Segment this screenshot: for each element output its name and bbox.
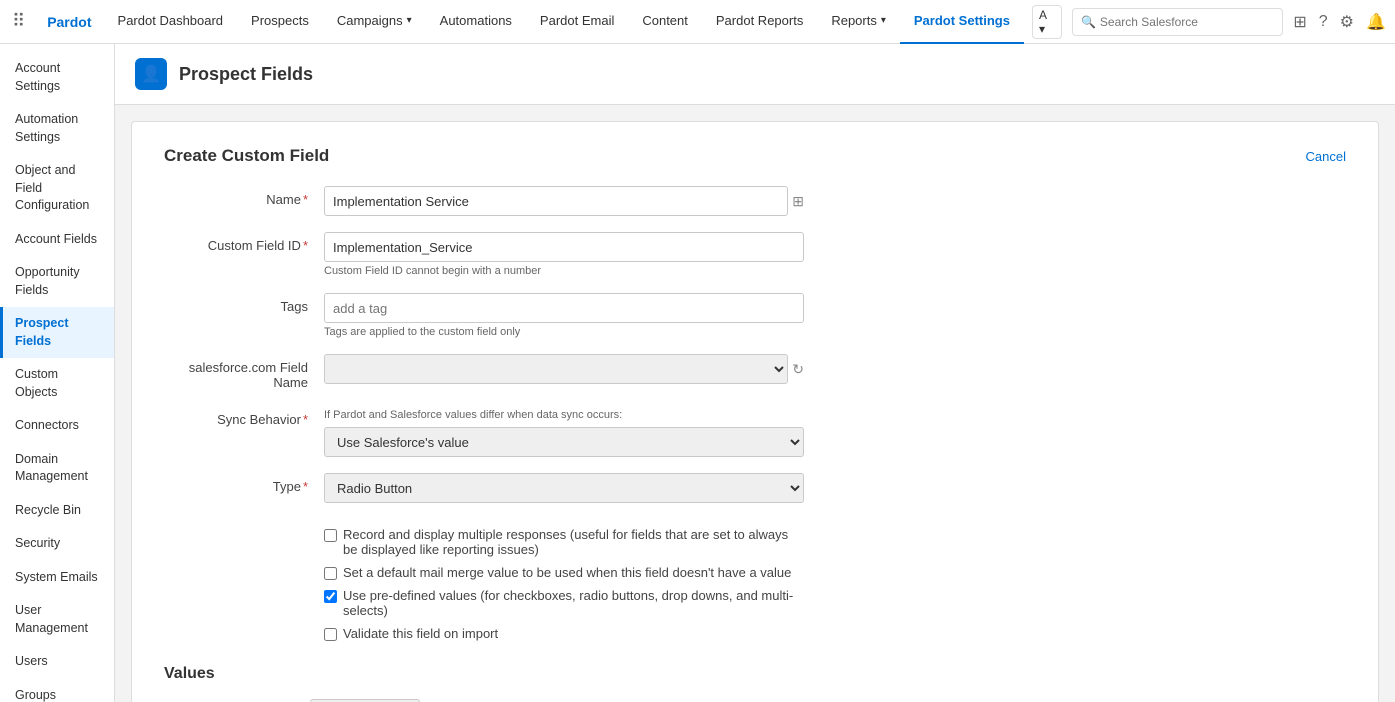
- tags-control: Tags are applied to the custom field onl…: [324, 293, 804, 338]
- tags-input[interactable]: [324, 293, 804, 323]
- sf-field-select[interactable]: [324, 354, 788, 384]
- type-row: Type Radio Button: [164, 473, 1346, 503]
- help-icon[interactable]: ?: [1319, 13, 1328, 31]
- nav-content[interactable]: Content: [628, 0, 702, 44]
- type-label: Type: [164, 473, 324, 494]
- app-launcher-icon[interactable]: ⠿: [12, 11, 25, 32]
- sidebar-item-opportunity-fields[interactable]: Opportunity Fields: [0, 256, 114, 307]
- sidebar-item-recycle-bin[interactable]: Recycle Bin: [0, 494, 114, 528]
- a-switcher[interactable]: A ▾: [1032, 5, 1062, 39]
- sidebar-item-custom-objects[interactable]: Custom Objects: [0, 358, 114, 409]
- setup-icon[interactable]: ⚙: [1340, 12, 1354, 32]
- checkbox-label-2: Use pre-defined values (for checkboxes, …: [343, 588, 804, 618]
- expand-icon: ⊞: [792, 193, 804, 210]
- sidebar-item-account-settings[interactable]: Account Settings: [0, 52, 114, 103]
- form-title-row: Create Custom Field Cancel: [164, 146, 1346, 166]
- top-bar: ⠿ Pardot Pardot Dashboard Prospects Camp…: [0, 0, 1395, 44]
- sidebar-item-user-management[interactable]: User Management: [0, 594, 114, 645]
- main-content: 👤 Prospect Fields Create Custom Field Ca…: [115, 44, 1395, 702]
- custom-field-id-label: Custom Field ID: [164, 232, 324, 253]
- nav-prospects[interactable]: Prospects: [237, 0, 323, 44]
- tags-help: Tags are applied to the custom field onl…: [324, 326, 804, 338]
- sf-field-control: ↻: [324, 354, 804, 384]
- checkboxes-row: Record and display multiple responses (u…: [164, 519, 1346, 641]
- main-nav: Pardot Dashboard Prospects Campaigns ▾ A…: [104, 0, 1024, 44]
- person-icon: 👤: [141, 64, 161, 84]
- sidebar-item-groups[interactable]: Groups: [0, 679, 114, 702]
- custom-field-id-row: Custom Field ID Custom Field ID cannot b…: [164, 232, 1346, 277]
- search-box[interactable]: 🔍: [1072, 8, 1283, 36]
- checkbox-group: Record and display multiple responses (u…: [324, 527, 804, 641]
- page-header: 👤 Prospect Fields: [115, 44, 1395, 105]
- type-select[interactable]: Radio Button: [324, 473, 804, 503]
- top-bar-icons: ⊞ ? ⚙ 🔔 U: [1293, 8, 1395, 36]
- name-row: Name ⊞: [164, 186, 1346, 216]
- nav-pardot-email[interactable]: Pardot Email: [526, 0, 628, 44]
- custom-field-id-help: Custom Field ID cannot begin with a numb…: [324, 265, 804, 277]
- page-header-icon: 👤: [135, 58, 167, 90]
- checkbox-label-0: Record and display multiple responses (u…: [343, 527, 804, 557]
- tags-row: Tags Tags are applied to the custom fiel…: [164, 293, 1346, 338]
- search-icon: 🔍: [1081, 15, 1096, 29]
- sync-behavior-control: If Pardot and Salesforce values differ w…: [324, 406, 804, 457]
- sidebar-item-security[interactable]: Security: [0, 527, 114, 561]
- sync-behavior-label: Sync Behavior: [164, 406, 324, 427]
- checkbox-item-3: Validate this field on import: [324, 626, 804, 641]
- notification-icon[interactable]: 🔔: [1366, 12, 1386, 32]
- sf-field-label: salesforce.com Field Name: [164, 354, 324, 390]
- custom-field-id-control: Custom Field ID cannot begin with a numb…: [324, 232, 804, 277]
- sidebar-item-prospect-fields[interactable]: Prospect Fields: [0, 307, 114, 358]
- checkboxes-control: Record and display multiple responses (u…: [324, 519, 804, 641]
- top-cancel-link[interactable]: Cancel: [1306, 149, 1346, 164]
- refresh-icon[interactable]: ↻: [792, 361, 804, 378]
- sidebar-item-automation-settings[interactable]: Automation Settings: [0, 103, 114, 154]
- checkbox-label-3: Validate this field on import: [343, 626, 498, 641]
- top-bar-right: A ▾ 🔍 ⊞ ? ⚙ 🔔 U ✏: [1032, 5, 1395, 39]
- checkbox-label-1: Set a default mail merge value to be use…: [343, 565, 791, 580]
- search-input[interactable]: [1100, 15, 1274, 29]
- sf-field-row: salesforce.com Field Name ↻: [164, 354, 1346, 390]
- sync-behavior-row: Sync Behavior If Pardot and Salesforce v…: [164, 406, 1346, 457]
- checkbox-item-0: Record and display multiple responses (u…: [324, 527, 804, 557]
- name-control: ⊞: [324, 186, 804, 216]
- name-input[interactable]: [324, 186, 788, 216]
- sidebar: Account Settings Automation Settings Obj…: [0, 44, 115, 702]
- name-label: Name: [164, 186, 324, 207]
- tags-label: Tags: [164, 293, 324, 314]
- page-title: Prospect Fields: [179, 64, 313, 85]
- form-title: Create Custom Field: [164, 146, 329, 166]
- nav-pardot-settings[interactable]: Pardot Settings: [900, 0, 1024, 44]
- sf-field-inner: ↻: [324, 354, 804, 384]
- checkboxes-label-spacer: [164, 519, 324, 525]
- nav-campaigns[interactable]: Campaigns ▾: [323, 0, 426, 44]
- checkbox-item-1: Set a default mail merge value to be use…: [324, 565, 804, 580]
- values-title: Values: [164, 665, 1346, 683]
- checkbox-item-2: Use pre-defined values (for checkboxes, …: [324, 588, 804, 618]
- nav-pardot-reports[interactable]: Pardot Reports: [702, 0, 817, 44]
- sidebar-item-domain-management[interactable]: Domain Management: [0, 443, 114, 494]
- sidebar-item-system-emails[interactable]: System Emails: [0, 561, 114, 595]
- grid-icon[interactable]: ⊞: [1293, 12, 1306, 32]
- sidebar-item-users[interactable]: Users: [0, 645, 114, 679]
- checkbox-1[interactable]: [324, 567, 337, 580]
- nav-automations[interactable]: Automations: [426, 0, 526, 44]
- app-body: Account Settings Automation Settings Obj…: [0, 44, 1395, 702]
- app-name: Pardot: [47, 14, 91, 30]
- sync-behavior-help: If Pardot and Salesforce values differ w…: [324, 409, 804, 421]
- nav-pardot-dashboard[interactable]: Pardot Dashboard: [104, 0, 238, 44]
- checkbox-3[interactable]: [324, 628, 337, 641]
- type-control: Radio Button: [324, 473, 804, 503]
- values-section: Values Prefill with ✛ ⠿ A ⠿: [164, 665, 1346, 702]
- name-field-wrapper: ⊞: [324, 186, 804, 216]
- custom-field-id-input[interactable]: [324, 232, 804, 262]
- checkbox-2[interactable]: [324, 590, 337, 603]
- checkbox-0[interactable]: [324, 529, 337, 542]
- sidebar-item-account-fields[interactable]: Account Fields: [0, 223, 114, 257]
- sidebar-item-connectors[interactable]: Connectors: [0, 409, 114, 443]
- sidebar-item-object-field-config[interactable]: Object and Field Configuration: [0, 154, 114, 223]
- form-container: Create Custom Field Cancel Name ⊞ Custom…: [131, 121, 1379, 702]
- nav-reports[interactable]: Reports ▾: [817, 0, 900, 44]
- sync-behavior-select[interactable]: Use Salesforce's value: [324, 427, 804, 457]
